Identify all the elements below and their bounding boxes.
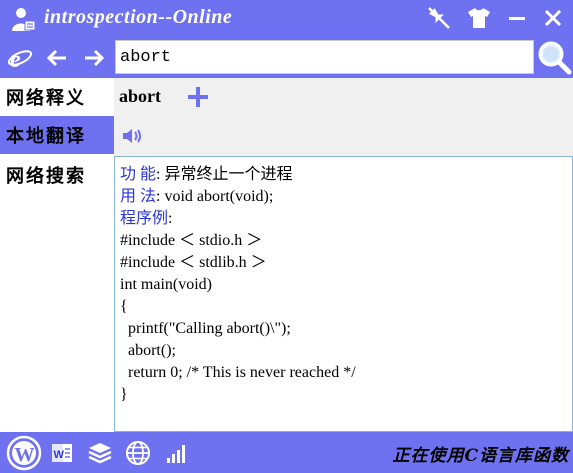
svg-text:e: e [10, 47, 21, 71]
content-line: printf("Calling abort()\"); [120, 318, 572, 340]
word-button[interactable]: W [50, 437, 74, 469]
layers-icon [88, 443, 112, 464]
content-line: return 0; /* This is never reached */ [120, 362, 572, 384]
wordpress-button[interactable]: W [4, 435, 44, 471]
speaker-icon[interactable] [122, 127, 144, 145]
word-header: abort [114, 78, 573, 116]
content-text: printf("Calling abort()\"); [120, 320, 291, 337]
browser-icon: e [7, 47, 33, 71]
content-line: { [120, 296, 572, 318]
sidebar-item-web-search[interactable]: 网络搜索 [0, 156, 114, 194]
pin-button[interactable] [424, 4, 454, 32]
search-icon [538, 41, 572, 75]
layers-button[interactable] [86, 437, 114, 469]
content-line: #include ＜ stdio.h ＞ [120, 230, 572, 252]
content-label: 程序例 [120, 210, 169, 227]
content-line: abort(); [120, 340, 572, 362]
content-text: int main(void) [120, 276, 212, 293]
bottom-toolbar: W W 正在使用C语言库函数 [0, 432, 573, 473]
content-text: abort(); [120, 342, 176, 359]
forward-icon [85, 49, 105, 67]
content-line: 用 法: void abort(void); [120, 186, 572, 208]
content-line: int main(void) [120, 274, 572, 296]
content-label: 用 法 [120, 188, 157, 205]
signal-button[interactable] [164, 437, 190, 469]
user-icon [12, 8, 36, 31]
pin-icon [428, 7, 450, 29]
svg-text:W: W [54, 449, 65, 461]
close-icon [544, 9, 562, 27]
content-line: 程序例: [120, 208, 572, 230]
content-text: : 异常终止一个进程 [156, 166, 293, 183]
globe-icon [126, 441, 150, 465]
sidebar-item-local-translation[interactable]: 本地翻译 [0, 116, 114, 154]
pronunciation-row [114, 116, 573, 156]
back-icon [46, 49, 66, 67]
definition-panel: 功 能: 异常终止一个进程 用 法: void abort(void); 程序例… [114, 156, 573, 432]
content-text: #include ＜ stdlib.h ＞ [120, 254, 267, 271]
signal-icon [167, 445, 185, 463]
back-button[interactable] [42, 43, 72, 73]
search-input[interactable] [115, 40, 534, 74]
title-bar: introspection--Online [0, 0, 573, 37]
sidebar-item-web-definition[interactable]: 网络释义 [0, 78, 114, 116]
add-icon[interactable] [185, 84, 211, 110]
globe-button[interactable] [124, 437, 152, 469]
window-title: introspection--Online [44, 6, 233, 28]
skin-button[interactable] [464, 4, 494, 32]
content-line: } [120, 384, 572, 406]
svg-text:W: W [15, 444, 35, 466]
status-text: 正在使用C语言库函数 [392, 446, 569, 466]
search-button[interactable] [535, 38, 573, 76]
minimize-button[interactable] [502, 4, 532, 32]
shirt-icon [468, 8, 490, 28]
content-text: : void abort(void); [156, 188, 274, 205]
content-text: #include ＜ stdio.h ＞ [120, 232, 263, 249]
content-label: 功 能 [120, 166, 157, 183]
content-text: return 0; /* This is never reached */ [120, 364, 356, 381]
sidebar: 网络释义 本地翻译 网络搜索 [0, 78, 114, 432]
headword: abort [119, 86, 161, 106]
content-text: } [120, 386, 128, 403]
content-line: 功 能: 异常终止一个进程 [120, 164, 572, 186]
wordpress-icon: W [6, 435, 42, 471]
word-icon: W [52, 444, 72, 462]
content-text: { [120, 298, 128, 315]
content-text: : [168, 210, 173, 227]
minimize-icon [509, 17, 525, 20]
forward-button[interactable] [79, 43, 109, 73]
browser-button[interactable]: e [5, 43, 35, 73]
close-button[interactable] [538, 4, 568, 32]
content-line: #include ＜ stdlib.h ＞ [120, 252, 572, 274]
